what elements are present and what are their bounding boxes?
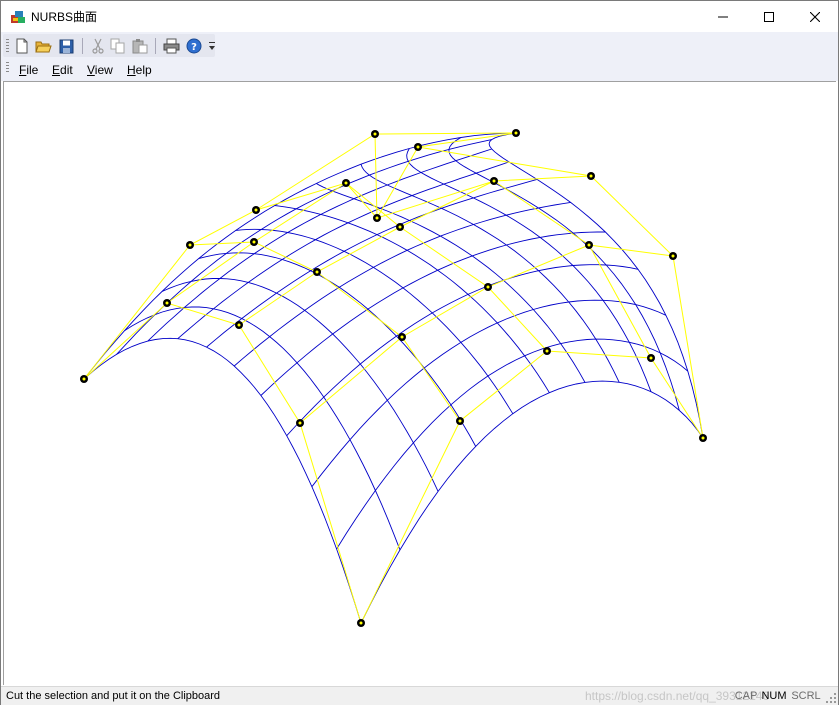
- control-point-highlight: [589, 174, 593, 178]
- control-net-line: [166, 146, 419, 304]
- num-indicator: NUM: [761, 690, 787, 702]
- control-point-highlight: [344, 181, 348, 185]
- rebar: ? File Edit View Help: [1, 32, 838, 81]
- menu-bar-grip[interactable]: [6, 62, 9, 74]
- cap-indicator: CAP: [734, 690, 758, 702]
- menu-help[interactable]: Help: [123, 62, 156, 78]
- cut-button[interactable]: [89, 37, 107, 55]
- maximize-button[interactable]: [746, 1, 792, 32]
- cut-icon: [92, 38, 104, 54]
- mesh-line: [286, 264, 639, 437]
- control-net-line: [238, 175, 592, 326]
- control-point-highlight: [416, 145, 420, 149]
- mesh-line: [83, 132, 517, 380]
- scrl-indicator: SCRL: [791, 690, 821, 702]
- control-point-highlight: [315, 270, 319, 274]
- menu-bar: File Edit View Help: [1, 58, 838, 79]
- control-point-highlight: [587, 243, 591, 247]
- toolbar-separator: [155, 38, 156, 54]
- control-net-line: [83, 132, 517, 380]
- print-button[interactable]: [162, 37, 180, 55]
- control-point-highlight: [486, 285, 490, 289]
- control-point-highlight: [514, 131, 518, 135]
- control-point-highlight: [458, 419, 462, 423]
- control-point-highlight: [701, 436, 705, 440]
- close-icon: [810, 11, 820, 22]
- minimize-button[interactable]: [700, 1, 746, 32]
- paste-button[interactable]: [131, 37, 149, 55]
- save-button[interactable]: [57, 37, 75, 55]
- control-point-highlight: [492, 179, 496, 183]
- app-icon: [10, 9, 26, 25]
- mesh-line: [116, 139, 492, 355]
- control-point-highlight: [375, 216, 379, 220]
- close-button[interactable]: [792, 1, 838, 32]
- control-point-highlight: [237, 323, 241, 327]
- mesh-line: [274, 205, 550, 393]
- control-point-highlight: [373, 132, 377, 136]
- paste-icon: [132, 39, 148, 54]
- control-point-highlight: [188, 243, 192, 247]
- mesh-line: [124, 306, 401, 551]
- surface-mesh: [83, 132, 704, 624]
- control-point-highlight: [649, 356, 653, 360]
- copy-button[interactable]: [109, 37, 127, 55]
- control-point-highlight: [398, 225, 402, 229]
- app-window: NURBS曲面 ? File Edit View Help Cut the se…: [0, 0, 839, 705]
- control-point-highlight: [252, 240, 256, 244]
- mesh-line: [336, 338, 689, 550]
- title-bar[interactable]: NURBS曲面: [1, 1, 838, 32]
- control-net-line: [189, 241, 461, 422]
- status-bar: Cut the selection and put it on the Clip…: [1, 686, 838, 705]
- standard-toolbar: ?: [3, 34, 215, 57]
- toolbar-grip[interactable]: [6, 39, 9, 53]
- mesh-line: [488, 132, 704, 439]
- maximize-icon: [764, 11, 774, 22]
- control-point-highlight: [545, 349, 549, 353]
- control-points: [80, 129, 707, 627]
- menu-file[interactable]: File: [15, 62, 42, 78]
- help-icon: ?: [186, 38, 202, 54]
- mesh-line: [161, 278, 439, 492]
- toolbar-separator: [82, 38, 83, 54]
- help-button[interactable]: ?: [185, 37, 203, 55]
- control-point-highlight: [400, 335, 404, 339]
- mesh-line: [360, 380, 704, 624]
- new-button[interactable]: [13, 37, 31, 55]
- minimize-icon: [718, 16, 728, 17]
- control-point-highlight: [359, 621, 363, 625]
- status-message: Cut the selection and put it on the Clip…: [6, 690, 221, 702]
- control-net-line: [83, 302, 362, 624]
- size-grip-icon[interactable]: [825, 692, 837, 704]
- control-net-line: [299, 244, 674, 424]
- new-file-icon: [16, 38, 28, 54]
- menu-view[interactable]: View: [83, 62, 117, 78]
- copy-icon: [110, 38, 125, 54]
- save-icon: [59, 39, 73, 53]
- svg-text:?: ?: [191, 42, 197, 53]
- render-view[interactable]: [3, 81, 836, 685]
- mesh-line: [311, 299, 667, 487]
- open-folder-icon: [34, 41, 52, 52]
- control-net: [83, 132, 704, 624]
- mesh-line: [83, 337, 362, 624]
- window-title: NURBS曲面: [31, 10, 98, 24]
- control-point-highlight: [165, 301, 169, 305]
- control-net-line: [255, 182, 548, 352]
- open-button[interactable]: [34, 37, 52, 55]
- control-point-highlight: [82, 377, 86, 381]
- control-point-highlight: [254, 208, 258, 212]
- print-icon: [163, 38, 179, 54]
- nurbs-surface-canvas[interactable]: [4, 82, 835, 684]
- control-point-highlight: [298, 421, 302, 425]
- menu-edit[interactable]: Edit: [48, 62, 77, 78]
- toolbar-overflow-chevron-icon[interactable]: [208, 40, 216, 52]
- control-point-highlight: [671, 254, 675, 258]
